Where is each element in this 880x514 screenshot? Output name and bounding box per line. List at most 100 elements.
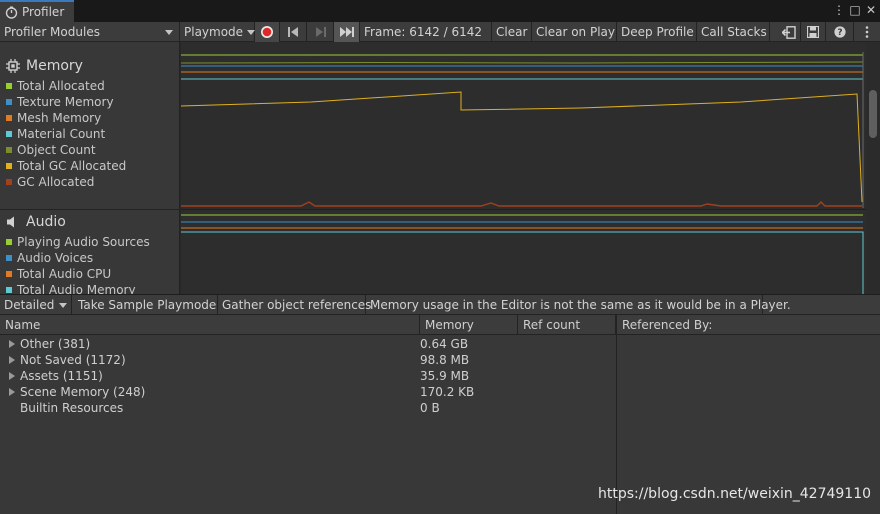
table-row[interactable]: Scene Memory (248) 170.2 KB [0, 384, 616, 400]
legend-swatch [6, 287, 12, 293]
clear-button[interactable]: Clear [492, 22, 532, 42]
module-audio[interactable]: Audio Playing Audio Sources Audio Voices… [0, 210, 179, 294]
legend-swatch [6, 83, 12, 89]
chart-area[interactable] [181, 42, 866, 294]
step-back-button[interactable] [280, 22, 307, 42]
legend-item[interactable]: Total GC Allocated [0, 158, 179, 174]
module-title: Audio [26, 214, 66, 230]
current-frame-button[interactable] [334, 22, 360, 42]
profiler-modules-dropdown[interactable]: Profiler Modules [0, 22, 180, 42]
expand-arrow-icon[interactable] [9, 336, 15, 352]
deep-profile-button[interactable]: Deep Profile [617, 22, 697, 42]
more-icon [865, 26, 869, 38]
column-header-name[interactable]: Name [0, 315, 420, 335]
step-forward-button[interactable] [307, 22, 334, 42]
legend-swatch [6, 147, 12, 153]
gather-references-toggle[interactable]: Gather object references [218, 295, 371, 315]
call-stacks-button[interactable]: Call Stacks [697, 22, 770, 42]
column-header-ref-count[interactable]: Ref count [518, 315, 616, 335]
legend-item[interactable]: Total Audio Memory [0, 282, 179, 294]
legend-label: Total Audio Memory [17, 283, 136, 294]
profiler-modules-label: Profiler Modules [4, 25, 100, 39]
memory-chart-bg [181, 42, 866, 209]
view-mode-label: Detailed [4, 298, 55, 312]
expand-arrow-icon[interactable] [9, 352, 15, 368]
target-label: Playmode [184, 25, 244, 39]
help-icon: ? [833, 26, 846, 38]
column-header-memory[interactable]: Memory [420, 315, 518, 335]
clear-on-play-label: Clear on Play [536, 25, 615, 39]
legend-item[interactable]: Object Count [0, 142, 179, 158]
legend-label: Material Count [17, 127, 106, 141]
table-row[interactable]: Other (381) 0.64 GB [0, 336, 616, 352]
legend-swatch [6, 163, 12, 169]
memory-table: Name Memory Ref count Other (381) 0.64 G… [0, 315, 616, 514]
save-button[interactable] [801, 22, 826, 42]
legend-label: Total GC Allocated [17, 159, 127, 173]
legend-item[interactable]: Texture Memory [0, 94, 179, 110]
table-row[interactable]: Assets (1151) 35.9 MB [0, 368, 616, 384]
row-memory: 0.64 GB [420, 337, 469, 351]
chevron-down-icon [247, 29, 256, 35]
profiler-charts[interactable] [181, 42, 866, 294]
more-options-icon[interactable]: ⋮ [833, 3, 845, 17]
take-sample-label: Take Sample Playmode [78, 298, 217, 312]
speaker-icon [7, 216, 14, 228]
watermark: https://blog.csdn.net/weixin_42749110 [598, 486, 872, 502]
help-button[interactable]: ? [826, 22, 854, 42]
legend-swatch [6, 239, 12, 245]
legend-item[interactable]: GC Allocated [0, 174, 179, 190]
legend-item[interactable]: Audio Voices [0, 250, 179, 266]
references-panel: Referenced By: [616, 315, 880, 514]
target-dropdown[interactable]: Playmode [180, 22, 256, 42]
clear-label: Clear [496, 25, 528, 39]
legend-swatch [6, 115, 12, 121]
chart-divider [181, 209, 866, 210]
record-button[interactable] [255, 22, 280, 42]
legend-item[interactable]: Material Count [0, 126, 179, 142]
table-row[interactable]: Not Saved (1172) 98.8 MB [0, 352, 616, 368]
references-title: Referenced By: [622, 317, 713, 332]
load-icon [781, 25, 796, 39]
legend-item[interactable]: Playing Audio Sources [0, 234, 179, 250]
legend-swatch [6, 131, 12, 137]
frame-label: Frame: 6142 / 6142 [364, 25, 482, 39]
legend-item[interactable]: Total Allocated [0, 78, 179, 94]
profiler-toolbar: Profiler Modules Playmode Frame: 6142 / … [0, 22, 880, 42]
load-button[interactable] [777, 22, 801, 42]
more-button[interactable] [854, 22, 880, 42]
row-memory: 98.8 MB [420, 353, 470, 367]
take-sample-button[interactable]: Take Sample Playmode [74, 295, 218, 315]
module-title: Memory [26, 58, 83, 74]
legend-swatch [6, 271, 12, 277]
legend-item[interactable]: Mesh Memory [0, 110, 179, 126]
chart-scrollbar-thumb[interactable] [869, 90, 877, 138]
expand-arrow-icon[interactable] [9, 368, 15, 384]
view-mode-dropdown[interactable]: Detailed [0, 295, 72, 315]
chevron-down-icon [165, 29, 173, 35]
tab-profiler[interactable]: Profiler [0, 0, 74, 22]
legend-label: Texture Memory [17, 95, 114, 109]
maximize-icon[interactable]: □ [849, 3, 860, 17]
modules-panel: Memory Total Allocated Texture Memory Me… [0, 42, 180, 294]
table-row[interactable]: Builtin Resources 0 B [0, 400, 616, 416]
expand-arrow-icon[interactable] [9, 384, 15, 400]
step-back-icon [287, 27, 298, 37]
module-memory[interactable]: Memory Total Allocated Texture Memory Me… [0, 54, 179, 190]
close-icon[interactable]: ✕ [866, 3, 876, 17]
audio-chart-bg [181, 210, 866, 294]
chevron-down-icon [59, 302, 67, 308]
legend-label: GC Allocated [17, 175, 95, 189]
column-label: Name [5, 318, 41, 332]
record-icon [261, 26, 273, 38]
legend-swatch [6, 99, 12, 105]
row-name: Other (381) [20, 337, 91, 351]
save-icon [807, 26, 819, 38]
legend-label: Audio Voices [17, 251, 94, 265]
frame-indicator: Frame: 6142 / 6142 [360, 22, 492, 42]
clear-on-play-button[interactable]: Clear on Play [532, 22, 617, 42]
chart-scrollbar[interactable] [866, 42, 880, 294]
memory-chip-icon [6, 59, 20, 73]
legend-item[interactable]: Total Audio CPU [0, 266, 179, 282]
row-name: Not Saved (1172) [20, 353, 126, 367]
